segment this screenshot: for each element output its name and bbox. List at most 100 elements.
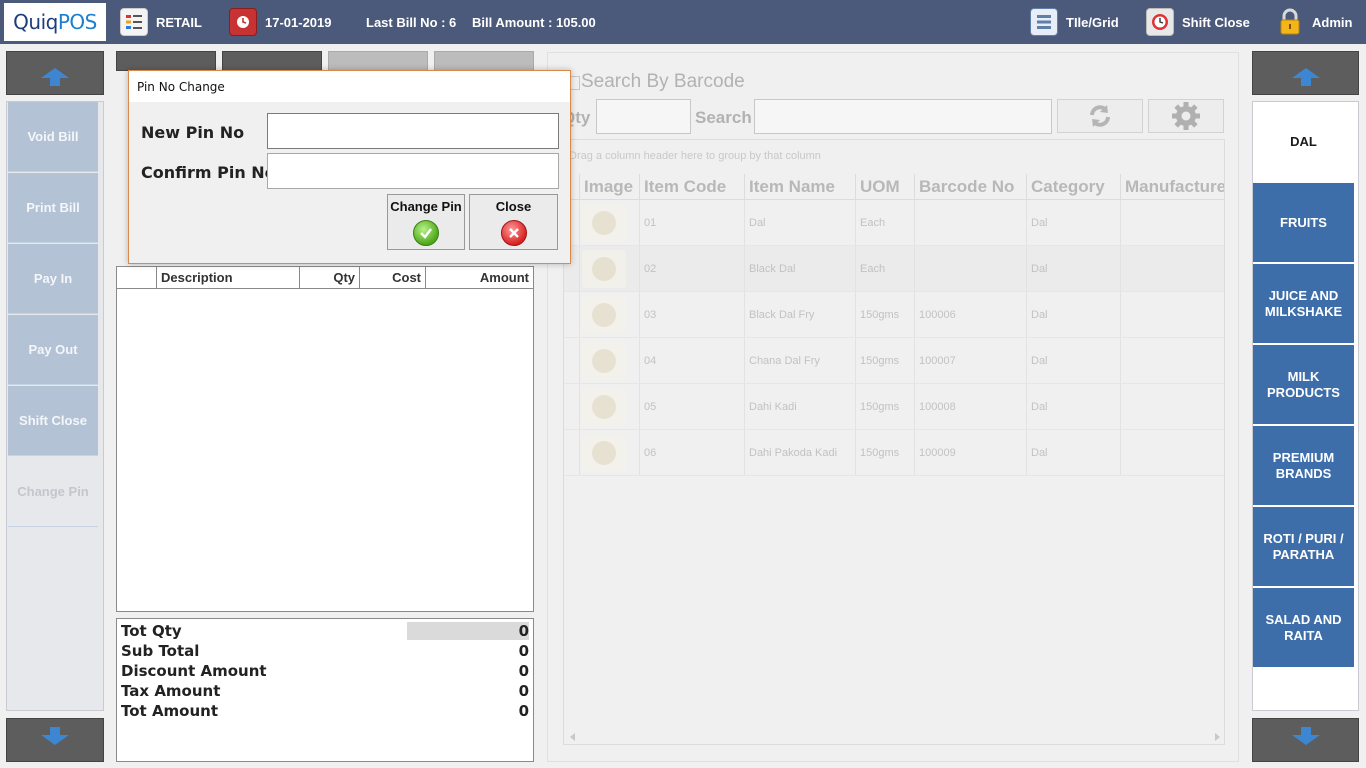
arrow-up-icon <box>1291 68 1320 86</box>
app-logo: Quiq POS <box>4 3 106 41</box>
item-name: Dal <box>745 200 856 245</box>
qty-input[interactable] <box>596 99 691 134</box>
table-row[interactable]: 05 Dahi Kadi 150gms 100008 Dal <box>564 384 1224 430</box>
scroll-right-icon[interactable] <box>1215 733 1220 741</box>
item-category: Dal <box>1027 384 1121 429</box>
grid-col-item-code[interactable]: Item Code <box>640 174 745 199</box>
refresh-icon <box>1090 105 1110 127</box>
new-pin-input[interactable] <box>267 113 559 149</box>
last-bill-text: Last Bill No : 6 <box>366 14 457 30</box>
category-juice-and-milkshake[interactable]: JUICE AND MILKSHAKE <box>1253 264 1354 344</box>
item-code: 03 <box>640 292 745 337</box>
shift-close-top-label: Shift Close <box>1182 14 1250 30</box>
clock-icon <box>1146 8 1174 36</box>
item-uom: Each <box>856 200 915 245</box>
list-icon <box>120 8 148 36</box>
print-bill-button[interactable]: Print Bill <box>8 173 98 243</box>
bill-col-qty: Qty <box>300 267 360 288</box>
category-fruits[interactable]: FRUITS <box>1253 183 1354 263</box>
total-row-tax: Tax Amount 0 <box>121 681 529 701</box>
disabled-action-button-2[interactable] <box>434 51 534 71</box>
item-uom: 150gms <box>856 384 915 429</box>
disabled-action-button-1[interactable] <box>328 51 428 71</box>
settings-button[interactable] <box>1148 99 1224 133</box>
total-value: 0 <box>407 622 529 640</box>
change-pin-button[interactable]: Change Pin <box>8 457 98 527</box>
bill-amount-text: Bill Amount : 105.00 <box>472 14 596 30</box>
confirm-pin-input[interactable] <box>267 153 559 189</box>
chart-button[interactable] <box>222 51 322 71</box>
grid-col-image[interactable]: Image <box>580 174 640 199</box>
close-dialog-button[interactable]: Close <box>469 194 558 250</box>
grid-col-manufacture[interactable]: Manufacture <box>1121 174 1224 199</box>
retail-label: RETAIL <box>156 14 202 30</box>
arrow-up-icon <box>41 68 69 86</box>
group-by-hint: Drag a column header here to group by th… <box>569 150 821 162</box>
item-image <box>580 430 640 475</box>
calendar-clock-icon <box>229 8 257 36</box>
category-scroll-up-button[interactable] <box>1252 51 1359 95</box>
tile-grid-label: TIle/Grid <box>1066 14 1119 30</box>
change-pin-label: Change Pin <box>390 199 462 214</box>
refresh-button[interactable] <box>1057 99 1143 133</box>
category-milk-products[interactable]: MILK PRODUCTS <box>1253 345 1354 425</box>
scroll-left-icon[interactable] <box>570 733 575 741</box>
item-code: 05 <box>640 384 745 429</box>
table-row[interactable]: 02 Black Dal Each Dal <box>564 246 1224 292</box>
pay-in-button[interactable]: Pay In <box>8 244 98 314</box>
table-row[interactable]: 01 Dal Each Dal <box>564 200 1224 246</box>
logo-text-pos: POS <box>57 10 98 34</box>
admin-label: Admin <box>1312 14 1353 30</box>
bill-items-table: Description Qty Cost Amount <box>116 266 534 612</box>
category-dal[interactable]: DAL <box>1253 102 1354 182</box>
category-salad-and-raita[interactable]: SALAD AND RAITA <box>1253 588 1354 668</box>
search-label: Search <box>695 108 752 127</box>
grid-col-item-name[interactable]: Item Name <box>745 174 856 199</box>
table-row[interactable]: 03 Black Dal Fry 150gms 100006 Dal <box>564 292 1224 338</box>
date-display: 17-01-2019 <box>229 0 332 44</box>
items-grid: Drag a column header here to group by th… <box>563 139 1225 745</box>
total-row-qty: Tot Qty 0 <box>121 621 529 641</box>
left-scroll-down-button[interactable] <box>6 718 104 762</box>
date-text: 17-01-2019 <box>265 14 332 30</box>
bill-col-amount: Amount <box>479 270 529 285</box>
horizontal-scrollbar[interactable] <box>564 730 1224 744</box>
item-image <box>580 246 640 291</box>
item-code: 04 <box>640 338 745 383</box>
shift-close-top-button[interactable]: Shift Close <box>1146 0 1250 44</box>
calculator-button[interactable] <box>116 51 216 71</box>
arrow-down-icon <box>1291 727 1320 745</box>
grid-col-category[interactable]: Category <box>1027 174 1121 199</box>
left-scroll-up-button[interactable] <box>6 51 104 95</box>
void-bill-button[interactable]: Void Bill <box>8 102 98 172</box>
shift-close-button[interactable]: Shift Close <box>8 386 98 456</box>
item-category: Dal <box>1027 246 1121 291</box>
grid-col-barcode[interactable]: Barcode No <box>915 174 1027 199</box>
item-name: Dahi Pakoda Kadi <box>745 430 856 475</box>
total-row-discount: Discount Amount 0 <box>121 661 529 681</box>
lock-icon <box>1276 8 1304 36</box>
category-roti-puri-paratha[interactable]: ROTI / PURI / PARATHA <box>1253 507 1354 587</box>
table-row[interactable]: 06 Dahi Pakoda Kadi 150gms 100009 Dal <box>564 430 1224 476</box>
close-label: Close <box>495 199 532 214</box>
change-pin-confirm-button[interactable]: Change Pin <box>387 194 465 250</box>
item-category: Dal <box>1027 292 1121 337</box>
items-grid-header: Image Item Code Item Name UOM Barcode No… <box>564 174 1224 200</box>
bill-col-description: Description <box>157 267 300 288</box>
item-uom: 150gms <box>856 292 915 337</box>
search-input[interactable] <box>754 99 1052 134</box>
item-barcode <box>915 246 1027 291</box>
total-value: 0 <box>518 662 529 680</box>
category-scroll-down-button[interactable] <box>1252 718 1359 762</box>
item-barcode: 100006 <box>915 292 1027 337</box>
admin-user-button[interactable]: Admin <box>1276 0 1352 44</box>
total-value: 0 <box>518 702 529 720</box>
item-code: 02 <box>640 246 745 291</box>
item-name: Chana Dal Fry <box>745 338 856 383</box>
retail-mode-button[interactable]: RETAIL <box>120 0 202 44</box>
tile-grid-button[interactable]: TIle/Grid <box>1030 0 1119 44</box>
pay-out-button[interactable]: Pay Out <box>8 315 98 385</box>
category-premium-brands[interactable]: PREMIUM BRANDS <box>1253 426 1354 506</box>
table-row[interactable]: 04 Chana Dal Fry 150gms 100007 Dal <box>564 338 1224 384</box>
grid-col-uom[interactable]: UOM <box>856 174 915 199</box>
